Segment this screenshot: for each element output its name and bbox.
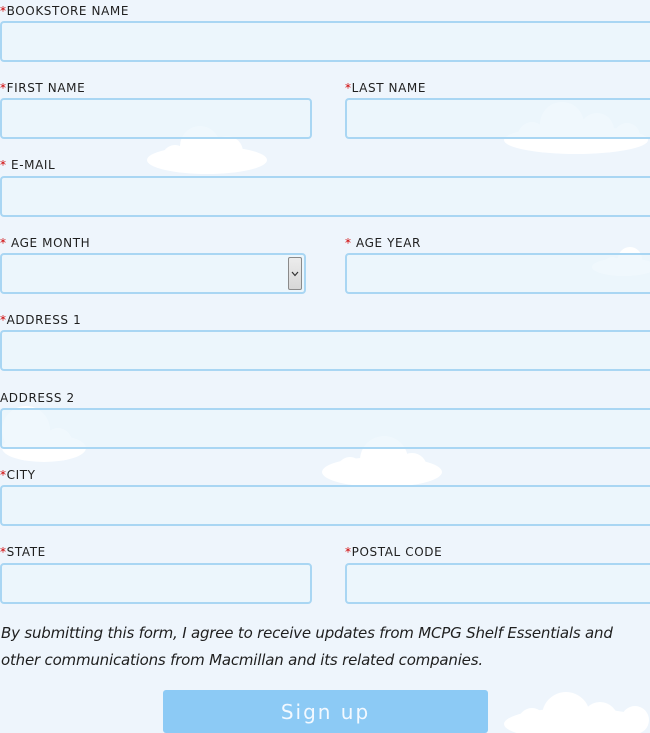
state-label-text: STATE [6, 545, 46, 559]
bookstore-name-input[interactable] [0, 21, 650, 62]
consent-text: By submitting this form, I agree to rece… [1, 624, 613, 669]
postal-code-label-text: POSTAL CODE [351, 545, 443, 559]
age-year-label-text: AGE YEAR [351, 236, 421, 250]
required-mark: * [0, 236, 7, 250]
age-month-label: * AGE MONTH [0, 236, 90, 250]
address2-label-text: ADDRESS 2 [0, 391, 75, 405]
required-mark: * [0, 313, 7, 327]
address2-label: ADDRESS 2 [0, 391, 75, 405]
last-name-label: *LAST NAME [345, 81, 426, 95]
address1-input[interactable] [0, 330, 650, 371]
bookstore-name-label-text: BOOKSTORE NAME [6, 4, 130, 18]
address2-input[interactable] [0, 408, 650, 449]
first-name-input[interactable] [0, 98, 312, 139]
city-input[interactable] [0, 485, 650, 526]
email-input[interactable] [0, 176, 650, 217]
chevron-down-icon[interactable] [288, 257, 302, 290]
required-mark: * [345, 545, 352, 559]
required-mark: * [0, 468, 7, 482]
first-name-label: *FIRST NAME [0, 81, 85, 95]
required-mark: * [345, 236, 352, 250]
last-name-input[interactable] [345, 98, 650, 139]
required-mark: * [345, 81, 352, 95]
city-label: *CITY [0, 468, 36, 482]
age-month-label-text: AGE MONTH [6, 236, 91, 250]
state-label: *STATE [0, 545, 46, 559]
address1-label-text: ADDRESS 1 [6, 313, 82, 327]
address1-label: *ADDRESS 1 [0, 313, 81, 327]
email-label: * E-MAIL [0, 158, 55, 172]
last-name-label-text: LAST NAME [351, 81, 427, 95]
city-label-text: CITY [6, 468, 36, 482]
state-input[interactable] [0, 563, 312, 604]
email-label-text: E-MAIL [6, 158, 56, 172]
cloud-icon [504, 692, 649, 733]
age-year-label: * AGE YEAR [345, 236, 421, 250]
required-mark: * [0, 4, 7, 18]
postal-code-label: *POSTAL CODE [345, 545, 442, 559]
required-mark: * [0, 158, 7, 172]
first-name-label-text: FIRST NAME [6, 81, 86, 95]
required-mark: * [0, 545, 7, 559]
bookstore-name-label: *BOOKSTORE NAME [0, 4, 129, 18]
sign-up-button[interactable]: Sign up [163, 690, 488, 733]
age-year-input[interactable] [345, 253, 650, 294]
age-month-select[interactable] [0, 253, 306, 294]
postal-code-input[interactable] [345, 563, 650, 604]
required-mark: * [0, 81, 7, 95]
